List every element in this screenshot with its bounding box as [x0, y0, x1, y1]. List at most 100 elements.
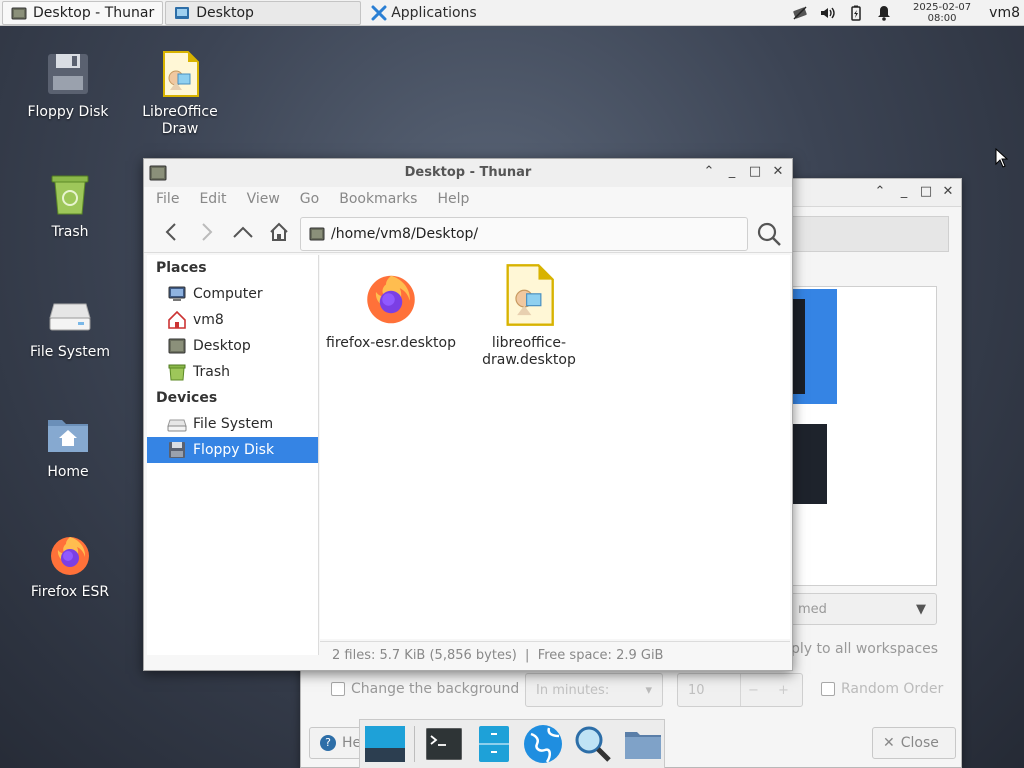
system-tray: 2025-02-07 08:00 vm8	[791, 0, 1024, 26]
menu-file[interactable]: File	[146, 191, 189, 207]
firefox-icon	[51, 537, 89, 575]
close-icon[interactable]: ✕	[771, 165, 785, 179]
applications-menu-button[interactable]: Applications	[365, 1, 483, 25]
chevron-up-icon[interactable]: ⌃	[873, 185, 887, 199]
clock[interactable]: 2025-02-07 08:00	[913, 2, 971, 24]
sidebar-item-label: vm8	[193, 312, 224, 328]
dock-file-manager[interactable]	[473, 723, 515, 765]
forward-button[interactable]	[196, 221, 218, 243]
dock-web-browser[interactable]	[522, 723, 564, 765]
dock-home-folder[interactable]	[622, 723, 664, 765]
sidebar-item-computer[interactable]: Computer	[147, 281, 318, 307]
thunar-titlebar[interactable]: Desktop - Thunar ⌃ _ □ ✕	[144, 159, 792, 187]
task-button-desktop[interactable]: Desktop	[165, 0, 362, 25]
mouse-cursor-icon	[995, 148, 1009, 168]
wallpaper-thumbnail[interactable]	[793, 424, 827, 504]
close-button[interactable]: ✕ Close	[872, 727, 956, 759]
volume-icon[interactable]	[819, 4, 837, 22]
style-dropdown-value: med	[798, 601, 827, 617]
desktop-icon-floppy-disk[interactable]: Floppy Disk	[20, 50, 116, 121]
applications-label: Applications	[391, 4, 477, 21]
file-item-libreoffice-draw[interactable]: libreoffice-draw.desktop	[464, 263, 594, 369]
interval-unit-dropdown[interactable]: In minutes: ▾	[525, 673, 663, 707]
plus-icon[interactable]: +	[778, 683, 789, 698]
interval-unit-value: In minutes:	[536, 682, 610, 698]
interval-spinner-value: 10	[688, 682, 705, 698]
menu-bookmarks[interactable]: Bookmarks	[329, 191, 427, 207]
menu-help[interactable]: Help	[427, 191, 479, 207]
sidebar-item-home[interactable]: vm8	[147, 307, 318, 333]
desktop-icon-label: Trash	[51, 224, 89, 240]
sidebar-item-floppy-disk[interactable]: Floppy Disk	[147, 437, 318, 463]
change-background-checkbox[interactable]: Change the background	[331, 681, 519, 697]
desktop-icon-home[interactable]: Home	[20, 410, 116, 481]
maximize-icon[interactable]: □	[748, 165, 762, 179]
menubar: File Edit View Go Bookmarks Help	[144, 187, 792, 211]
minus-icon[interactable]: −	[748, 683, 759, 698]
parent-folder-button[interactable]	[232, 221, 254, 243]
home-icon	[168, 310, 186, 329]
desktop-icon-label: Firefox ESR	[30, 584, 110, 600]
sidebar-item-label: Computer	[193, 286, 263, 302]
terminal-icon	[425, 728, 462, 760]
close-icon: ✕	[883, 735, 895, 751]
clock-date: 2025-02-07	[913, 2, 972, 13]
change-background-label: Change the background	[351, 681, 520, 697]
random-order-label: Random Order	[841, 681, 944, 697]
checkbox-box[interactable]	[331, 682, 345, 696]
chevron-up-icon	[233, 226, 253, 238]
style-dropdown[interactable]: med ▼	[787, 593, 937, 625]
status-bar: 2 files: 5.7 KiB (5,856 bytes) | Free sp…	[320, 641, 790, 669]
dock-separator	[413, 726, 415, 762]
window-title: Desktop - Thunar	[404, 165, 532, 180]
user-menu[interactable]: vm8	[989, 5, 1020, 21]
clock-time: 08:00	[927, 13, 957, 24]
file-view[interactable]: firefox-esr.desktop libreoffice-draw.des…	[320, 255, 790, 639]
desktop-icon-firefox[interactable]: Firefox ESR	[22, 530, 118, 601]
battery-icon[interactable]	[847, 4, 865, 22]
dock-terminal[interactable]	[423, 723, 465, 765]
menu-go[interactable]: Go	[290, 191, 329, 207]
sidebar-item-file-system[interactable]: File System	[147, 411, 318, 437]
globe-icon	[524, 725, 563, 763]
desktop-icon-file-system[interactable]: File System	[22, 290, 118, 361]
notification-bell-icon[interactable]	[875, 4, 893, 22]
desktop-icon-trash[interactable]: Trash	[22, 170, 118, 241]
menu-view[interactable]: View	[237, 191, 290, 207]
maximize-icon[interactable]: □	[919, 185, 933, 199]
sidebar-item-desktop[interactable]: Desktop	[147, 333, 318, 359]
task-button-thunar[interactable]: Desktop - Thunar	[2, 0, 164, 25]
sidebar-item-trash[interactable]: Trash	[147, 359, 318, 385]
sidebar-item-label: File System	[193, 416, 274, 432]
dock-search[interactable]	[572, 723, 614, 765]
sidebar: Places Computer vm8 Desktop Trash Device…	[147, 255, 319, 655]
folder-icon	[625, 732, 662, 759]
checkbox-box[interactable]	[821, 682, 835, 696]
computer-icon	[168, 286, 186, 301]
task-label-desktop: Desktop	[196, 4, 254, 21]
network-icon[interactable]	[791, 4, 809, 22]
random-order-checkbox[interactable]: Random Order	[821, 681, 943, 697]
floppy-disk-icon	[48, 54, 88, 94]
desktop-icon-libreoffice-draw[interactable]: LibreOffice Draw	[132, 50, 228, 138]
wallpaper-thumbnail-selected[interactable]	[793, 289, 837, 404]
back-button[interactable]	[160, 221, 182, 243]
search-icon[interactable]	[756, 221, 782, 247]
help-icon: ?	[320, 735, 336, 751]
dock-show-desktop[interactable]	[364, 723, 406, 765]
file-item-firefox[interactable]: firefox-esr.desktop	[326, 267, 456, 352]
minimize-icon[interactable]: _	[725, 165, 739, 179]
thunar-window: Desktop - Thunar ⌃ _ □ ✕ File Edit View …	[143, 158, 793, 671]
libreoffice-draw-icon	[506, 264, 554, 326]
minimize-icon[interactable]: _	[897, 185, 911, 199]
toolbar: /home/vm8/Desktop/	[144, 211, 792, 253]
location-bar[interactable]: /home/vm8/Desktop/	[300, 217, 748, 251]
chevron-left-icon	[165, 223, 176, 241]
interval-spinner[interactable]: 10 − +	[677, 673, 803, 707]
home-button[interactable]	[268, 221, 290, 243]
home-folder-icon	[48, 420, 88, 452]
close-icon[interactable]: ✕	[941, 185, 955, 199]
menu-edit[interactable]: Edit	[189, 191, 236, 207]
location-path: /home/vm8/Desktop/	[331, 226, 479, 242]
chevron-up-icon[interactable]: ⌃	[702, 165, 716, 179]
